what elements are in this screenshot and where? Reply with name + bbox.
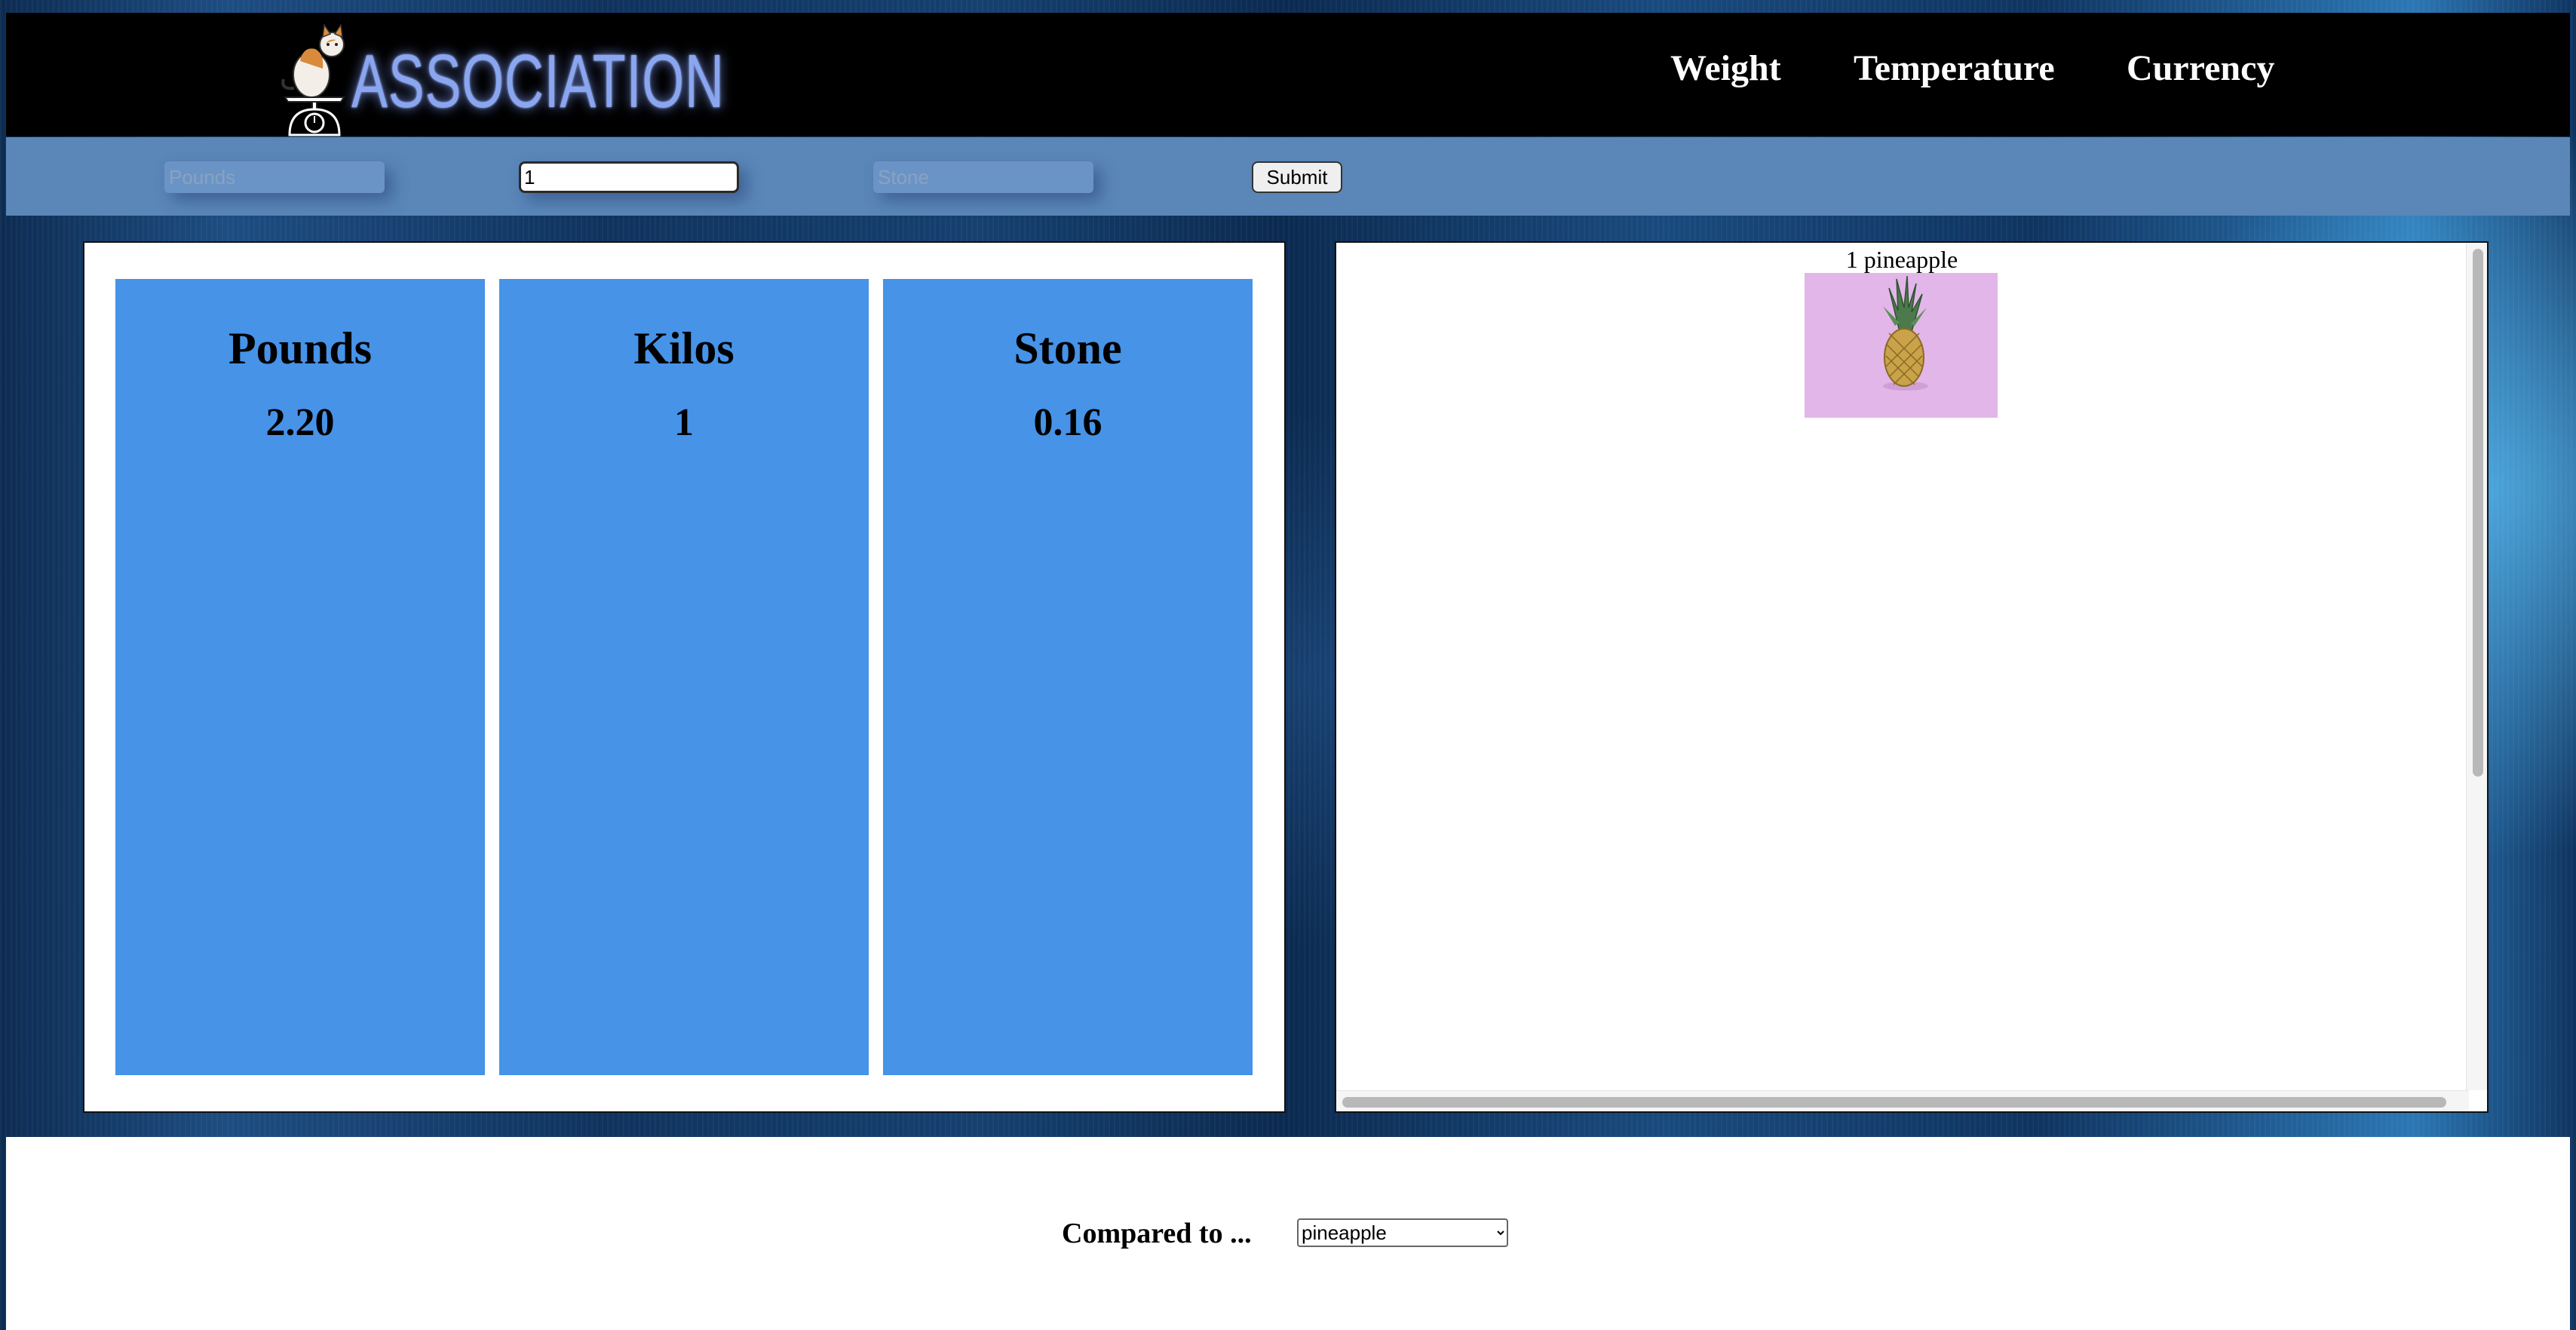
logo-text: ASSOCIATION [351,39,725,124]
comparison-label: 1 pineapple [1845,246,1958,273]
horizontal-scrollbar[interactable] [1336,1090,2469,1111]
horizontal-scroll-thumb[interactable] [1342,1097,2446,1108]
comparison-panel[interactable]: 1 pineapple [1335,241,2489,1113]
unit-value: 0.16 [1033,401,1102,444]
vertical-scrollbar[interactable] [2466,243,2487,1090]
kilos-input[interactable] [519,161,739,193]
vertical-scroll-thumb[interactable] [2473,249,2483,777]
compared-to-label: Compared to ... [1062,1218,1252,1249]
nav-temperature[interactable]: Temperature [1854,48,2055,89]
pineapple-icon [1883,275,1928,391]
comparison-footer: Compared to ... pineapple [6,1137,2570,1330]
cat-on-scale-icon [281,23,345,136]
unit-name: Kilos [633,323,734,373]
unit-name: Stone [1014,323,1122,373]
conversion-results-panel: Pounds 2.20 Kilos 1 Stone 0.16 [83,241,1286,1113]
nav-currency[interactable]: Currency [2127,48,2274,89]
site-header: ASSOCIATION Weight Temperature Currency [6,13,2570,136]
nav-weight[interactable]: Weight [1670,48,1781,89]
stone-input[interactable] [873,161,1093,193]
unit-value: 1 [674,401,694,444]
pounds-input[interactable] [164,161,385,193]
unit-card-stone: Stone 0.16 [883,279,1253,1075]
association-logo[interactable]: ASSOCIATION [270,16,724,136]
unit-value: 2.20 [265,401,335,444]
conversion-input-bar: Submit [6,137,2570,216]
submit-button[interactable]: Submit [1252,161,1342,193]
unit-card-pounds: Pounds 2.20 [115,279,485,1075]
unit-name: Pounds [228,323,373,373]
pineapple-image [1805,273,1998,418]
unit-card-kilos: Kilos 1 [499,279,869,1075]
compare-item-select[interactable]: pineapple [1297,1218,1508,1247]
